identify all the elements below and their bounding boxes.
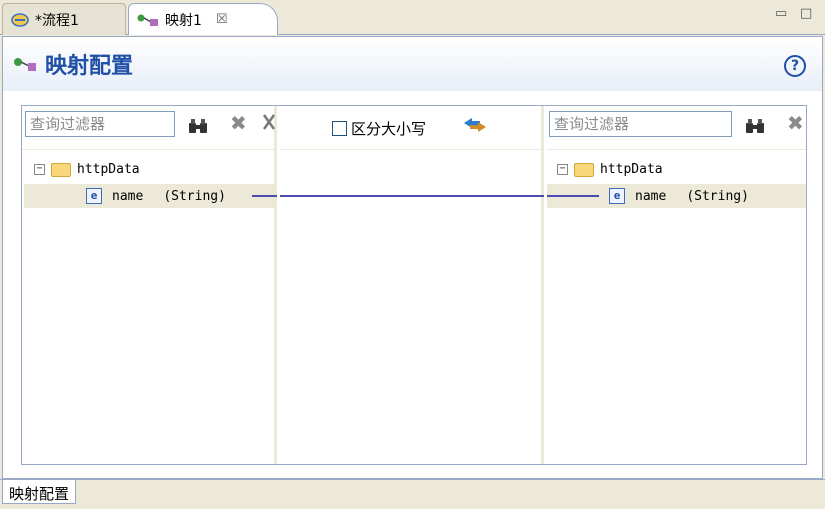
tab-process[interactable]: *流程1	[2, 3, 126, 35]
swap-arrows-icon[interactable]	[462, 117, 488, 133]
bottom-tab-bar: 映射配置	[0, 479, 825, 509]
mapping-line-right	[547, 195, 599, 197]
mapping-line-left	[252, 195, 277, 197]
target-root-label: httpData	[600, 162, 663, 177]
mapping-icon	[137, 14, 158, 26]
target-tree-item[interactable]: e name (String)	[547, 184, 806, 208]
page-title: 映射配置	[45, 53, 134, 79]
tab-process-label: *流程1	[35, 12, 79, 29]
target-pane: ✖ − httpData e name (String)	[547, 106, 806, 464]
source-item-name: name	[112, 188, 144, 204]
mapping-line[interactable]	[280, 195, 544, 197]
minimize-icon[interactable]: ▭	[775, 6, 787, 21]
help-icon[interactable]: ?	[784, 55, 806, 77]
source-pane: ✖ − httpData e name (String)	[22, 106, 277, 464]
target-item-type: (String)	[686, 188, 749, 204]
editor-tab-bar: *流程1 映射1 ☒ ▭ □	[0, 0, 825, 35]
folder-icon	[574, 162, 594, 177]
binoculars-icon[interactable]	[188, 118, 208, 134]
target-filter-input[interactable]	[549, 111, 732, 137]
case-sensitive-checkbox[interactable]	[332, 121, 347, 136]
mapping-row	[280, 184, 544, 208]
mapping-config-icon	[14, 58, 36, 71]
tab-mapping[interactable]: 映射1 ☒	[128, 3, 278, 35]
element-icon: e	[86, 188, 102, 204]
case-sensitive-label: 区分大小写	[351, 120, 427, 138]
mapping-toolbar: 区分大小写	[280, 106, 541, 150]
clear-filter-icon[interactable]: ✖	[230, 111, 247, 135]
scissors-icon[interactable]	[262, 113, 276, 135]
source-tree-root[interactable]: − httpData	[34, 162, 140, 177]
folder-icon	[51, 162, 71, 177]
maximize-icon[interactable]: □	[800, 6, 812, 21]
clear-filter-icon[interactable]: ✖	[787, 111, 804, 135]
source-filter-input[interactable]	[25, 111, 175, 137]
source-toolbar: ✖	[22, 106, 276, 150]
process-icon	[11, 12, 29, 27]
element-icon: e	[609, 188, 625, 204]
mapping-frame: ✖ − httpData e name (String)	[21, 105, 807, 465]
tab-mapping-config[interactable]: 映射配置	[2, 480, 77, 504]
mapping-pane: 区分大小写	[280, 106, 544, 464]
source-item-type: (String)	[163, 188, 226, 204]
target-tree-root[interactable]: − httpData	[557, 162, 663, 177]
source-root-label: httpData	[77, 162, 140, 177]
close-tab-icon[interactable]: ☒	[216, 12, 228, 27]
target-item-name: name	[635, 188, 667, 204]
target-toolbar: ✖	[547, 106, 806, 150]
source-tree-item[interactable]: e name (String)	[24, 184, 277, 208]
collapse-icon[interactable]: −	[34, 164, 45, 175]
tab-mapping-label: 映射1	[165, 12, 202, 29]
binoculars-icon[interactable]	[745, 118, 765, 134]
editor-header: 映射配置 ?	[3, 37, 822, 91]
case-sensitive-option[interactable]: 区分大小写	[332, 118, 426, 139]
mapping-editor: 映射配置 ? ✖ − htt	[2, 36, 823, 479]
collapse-icon[interactable]: −	[557, 164, 568, 175]
